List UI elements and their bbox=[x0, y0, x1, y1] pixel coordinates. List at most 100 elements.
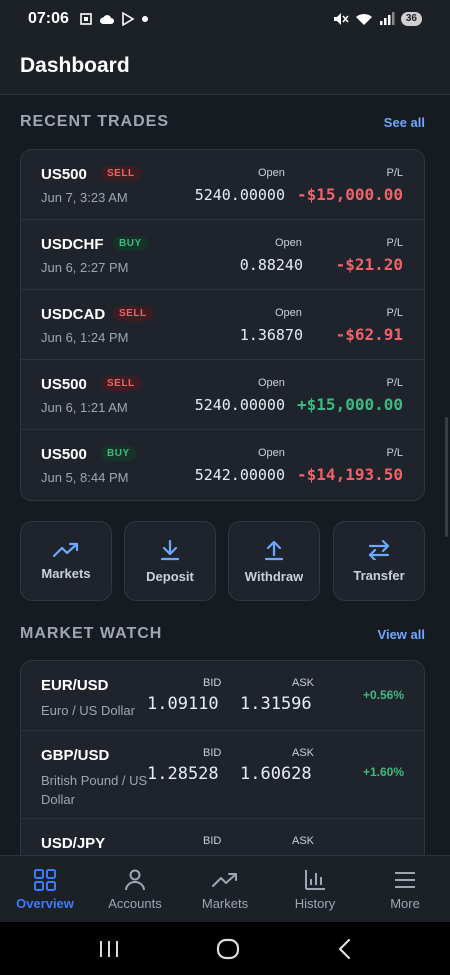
market-pair: USD/JPY bbox=[41, 835, 106, 852]
change-percent: +0.56% bbox=[362, 688, 404, 702]
trending-up-icon bbox=[53, 542, 79, 557]
markets-action-button[interactable]: Markets bbox=[20, 521, 112, 601]
grid-icon bbox=[34, 868, 56, 891]
bid-price: 1.28528 bbox=[147, 764, 219, 784]
trade-side-badge: SELL bbox=[101, 376, 141, 391]
trade-row[interactable]: US500 SELL Jun 6, 1:21 AM Open 5240.0000… bbox=[21, 360, 424, 430]
nav-label: Markets bbox=[201, 895, 249, 911]
mute-icon bbox=[333, 13, 349, 25]
market-pair: GBP/USD bbox=[41, 747, 110, 764]
trade-pl: -$21.20 bbox=[335, 255, 403, 274]
trade-symbol: USDCHF bbox=[41, 236, 104, 253]
trade-open-price: 0.88240 bbox=[239, 256, 303, 274]
nav-markets[interactable]: Markets bbox=[180, 856, 270, 922]
trade-symbol: USDCAD bbox=[41, 306, 106, 323]
change-percent: +1.60% bbox=[362, 765, 404, 779]
scrollbar[interactable] bbox=[445, 417, 448, 537]
swap-icon bbox=[368, 539, 390, 560]
trade-symbol: US500 bbox=[41, 376, 87, 393]
trade-row[interactable]: US500 SELL Jun 7, 3:23 AM Open 5240.0000… bbox=[21, 150, 424, 220]
trade-pl: -$15,000.00 bbox=[297, 185, 403, 204]
trade-pl: -$14,193.50 bbox=[297, 465, 403, 484]
recent-trades-card: US500 SELL Jun 7, 3:23 AM Open 5240.0000… bbox=[20, 149, 425, 501]
trade-date: Jun 6, 1:21 AM bbox=[41, 400, 128, 415]
action-label: Transfer bbox=[353, 567, 405, 583]
recent-apps-icon[interactable] bbox=[98, 939, 120, 959]
view-all-markets-link[interactable]: View all bbox=[378, 627, 425, 642]
download-icon bbox=[160, 539, 180, 560]
recent-trades-header: RECENT TRADES See all bbox=[20, 113, 425, 131]
cloud-icon bbox=[99, 15, 114, 24]
nav-accounts[interactable]: Accounts bbox=[90, 856, 180, 922]
action-label: Withdraw bbox=[244, 568, 304, 584]
trade-row[interactable]: US500 BUY Jun 5, 8:44 PM Open 5242.00000… bbox=[21, 430, 424, 500]
dot-icon bbox=[141, 16, 148, 22]
trade-side-badge: BUY bbox=[101, 446, 136, 461]
market-watch-title: MARKET WATCH bbox=[20, 625, 163, 642]
battery-indicator: 36 bbox=[400, 12, 422, 26]
nav-more[interactable]: More bbox=[360, 856, 450, 922]
trade-date: Jun 7, 3:23 AM bbox=[41, 190, 128, 205]
trade-side-badge: SELL bbox=[101, 166, 141, 181]
pl-label: P/L bbox=[386, 377, 403, 389]
status-bar: 07:06 36 bbox=[0, 0, 450, 38]
trade-open-price: 5240.00000 bbox=[194, 396, 285, 414]
action-label: Markets bbox=[41, 565, 91, 581]
action-label: Deposit bbox=[146, 568, 194, 584]
market-pair: EUR/USD bbox=[41, 677, 109, 694]
user-icon bbox=[125, 869, 145, 890]
market-row[interactable]: USD/JPY BID ASK bbox=[21, 819, 424, 855]
deposit-action-button[interactable]: Deposit bbox=[124, 521, 216, 601]
ask-price: 1.31596 bbox=[240, 694, 312, 714]
trade-open-price: 5242.00000 bbox=[194, 466, 285, 484]
trade-side-badge: BUY bbox=[113, 236, 148, 251]
market-row[interactable]: GBP/USD British Pound / US Dollar BID 1.… bbox=[21, 731, 424, 819]
bar-chart-icon bbox=[305, 869, 325, 890]
bid-label: BID bbox=[203, 677, 222, 689]
nav-label: More bbox=[390, 895, 420, 911]
quick-actions: Markets Deposit Withdraw Transfer bbox=[20, 521, 425, 601]
trade-row[interactable]: USDCAD SELL Jun 6, 1:24 PM Open 1.36870 … bbox=[21, 290, 424, 360]
pl-label: P/L bbox=[386, 307, 403, 319]
upload-icon bbox=[264, 540, 284, 560]
trade-side-badge: SELL bbox=[113, 306, 153, 321]
bid-label: BID bbox=[203, 835, 222, 847]
trade-pl: -$62.91 bbox=[335, 325, 403, 344]
trade-symbol: US500 bbox=[41, 166, 87, 183]
trade-row[interactable]: USDCHF BUY Jun 6, 2:27 PM Open 0.88240 P… bbox=[21, 220, 424, 290]
bid-price: 1.09110 bbox=[147, 694, 219, 714]
withdraw-action-button[interactable]: Withdraw bbox=[228, 521, 320, 601]
dashboard-content[interactable]: RECENT TRADES See all US500 SELL Jun 7, … bbox=[0, 95, 450, 855]
ask-label: ASK bbox=[292, 677, 315, 689]
trending-up-icon bbox=[212, 872, 237, 887]
system-nav-bar bbox=[0, 922, 450, 975]
open-label: Open bbox=[258, 447, 285, 459]
market-description: British Pound / US Dollar bbox=[41, 773, 148, 807]
market-row[interactable]: EUR/USD Euro / US Dollar BID 1.09110 ASK… bbox=[21, 661, 424, 731]
open-label: Open bbox=[275, 307, 302, 319]
trade-date: Jun 5, 8:44 PM bbox=[41, 470, 129, 485]
ask-label: ASK bbox=[292, 835, 315, 847]
trade-pl: +$15,000.00 bbox=[297, 395, 403, 414]
open-label: Open bbox=[258, 167, 285, 179]
sync-icon bbox=[80, 13, 92, 25]
nav-label: Accounts bbox=[108, 895, 162, 911]
nav-history[interactable]: History bbox=[270, 856, 360, 922]
open-label: Open bbox=[258, 377, 285, 389]
trade-date: Jun 6, 1:24 PM bbox=[41, 330, 129, 345]
nav-overview[interactable]: Overview bbox=[0, 856, 90, 922]
bottom-nav: Overview Accounts Markets History More bbox=[0, 855, 450, 922]
ask-price: 1.60628 bbox=[240, 764, 312, 784]
trade-symbol: US500 bbox=[41, 446, 87, 463]
trade-open-price: 1.36870 bbox=[239, 326, 303, 344]
nav-label: History bbox=[294, 895, 336, 911]
home-icon[interactable] bbox=[216, 938, 240, 960]
trade-date: Jun 6, 2:27 PM bbox=[41, 260, 129, 275]
trade-open-price: 5240.00000 bbox=[194, 186, 285, 204]
page-title: Dashboard bbox=[20, 54, 130, 77]
transfer-action-button[interactable]: Transfer bbox=[333, 521, 425, 601]
back-icon[interactable] bbox=[336, 938, 352, 960]
open-label: Open bbox=[275, 237, 302, 249]
see-all-trades-link[interactable]: See all bbox=[384, 115, 425, 130]
pl-label: P/L bbox=[386, 237, 403, 249]
